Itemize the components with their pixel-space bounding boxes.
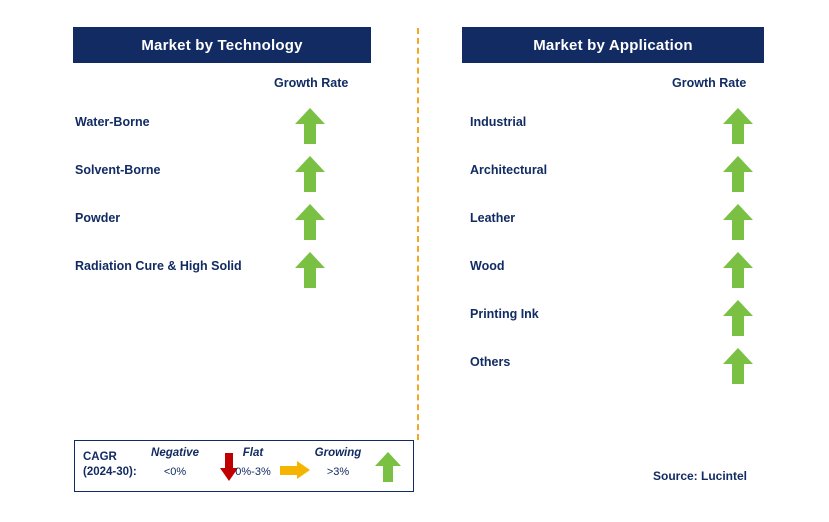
table-row: Leather (415, 202, 829, 250)
row-label: Wood (470, 259, 505, 273)
legend-cagr-label: CAGR (2024-30): (83, 450, 137, 480)
panel-market-by-application: Market by Application Growth Rate Indust… (415, 0, 829, 522)
table-row: Water-Borne (0, 106, 415, 154)
legend-item-growing: Growing >3% (303, 447, 373, 478)
legend-box: CAGR (2024-30): Negative <0% Flat 0%-3% … (74, 440, 414, 492)
table-row: Powder (0, 202, 415, 250)
panel-title: Market by Application (533, 36, 693, 54)
row-label: Water-Borne (75, 115, 150, 129)
panel-title: Market by Technology (141, 36, 303, 54)
legend-cagr-line2: (2024-30): (83, 466, 137, 478)
row-label: Industrial (470, 115, 527, 129)
legend-item-title: Flat (242, 447, 264, 459)
table-row: Solvent-Borne (0, 154, 415, 202)
source-attribution: Source: Lucintel (653, 469, 748, 483)
growth-rate-label: Growth Rate (672, 76, 747, 90)
row-label: Others (470, 355, 511, 369)
legend-cagr-line1: CAGR (83, 451, 117, 463)
application-rows: Industrial Architectural Leather Wood Pr… (415, 106, 829, 394)
arrow-up-icon (375, 452, 401, 482)
table-row: Industrial (415, 106, 829, 154)
table-row: Architectural (415, 154, 829, 202)
table-row: Wood (415, 250, 829, 298)
row-label: Solvent-Borne (75, 163, 161, 177)
legend-item-title: Negative (151, 447, 199, 459)
panel-header-technology: Market by Technology (73, 27, 371, 63)
legend-item-negative: Negative <0% (142, 447, 208, 478)
row-label: Leather (470, 211, 516, 225)
growth-rate-label: Growth Rate (274, 76, 349, 90)
table-row: Printing Ink (415, 298, 829, 346)
row-label: Architectural (470, 163, 548, 177)
row-label: Powder (75, 211, 121, 225)
legend-item-range: <0% (163, 466, 187, 478)
panel-header-application: Market by Application (462, 27, 764, 63)
legend-item-title: Growing (314, 447, 362, 459)
row-label: Radiation Cure & High Solid (75, 259, 242, 273)
legend-item-flat: Flat 0%-3% (227, 447, 279, 478)
legend-item-range: >3% (326, 466, 350, 478)
table-row: Others (415, 346, 829, 394)
legend-item-range: 0%-3% (235, 466, 271, 478)
table-row: Radiation Cure & High Solid (0, 250, 415, 298)
technology-rows: Water-Borne Solvent-Borne Powder Radiati… (0, 106, 415, 298)
row-label: Printing Ink (470, 307, 539, 321)
